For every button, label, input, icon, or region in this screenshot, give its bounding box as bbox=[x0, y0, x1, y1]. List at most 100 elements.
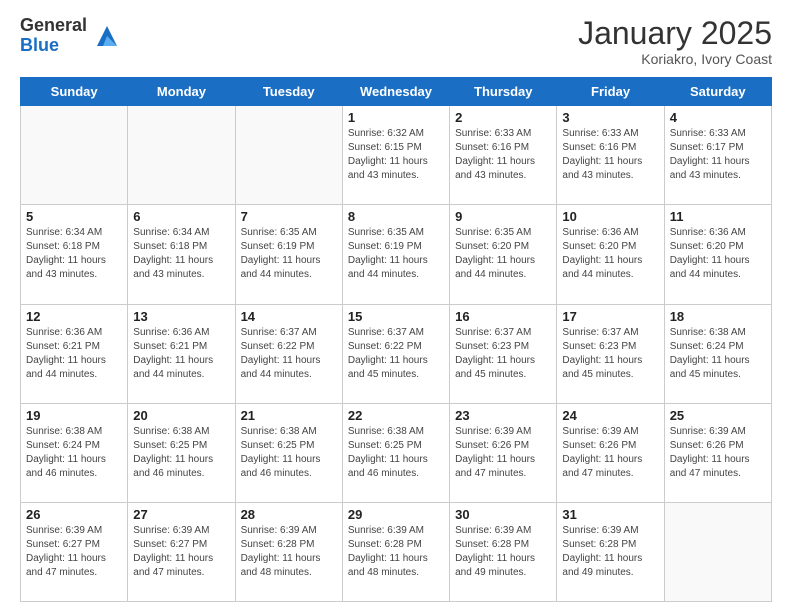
day-info: Sunrise: 6:36 AM Sunset: 6:21 PM Dayligh… bbox=[26, 326, 122, 382]
day-info: Sunrise: 6:39 AM Sunset: 6:28 PM Dayligh… bbox=[241, 524, 337, 580]
day-info: Sunrise: 6:38 AM Sunset: 6:25 PM Dayligh… bbox=[241, 425, 337, 481]
table-row: 20 Sunrise: 6:38 AM Sunset: 6:25 PM Dayli… bbox=[128, 403, 235, 502]
day-info: Sunrise: 6:35 AM Sunset: 6:19 PM Dayligh… bbox=[348, 226, 444, 282]
day-number: 18 bbox=[670, 309, 766, 324]
day-number: 19 bbox=[26, 408, 122, 423]
day-number: 3 bbox=[562, 110, 658, 125]
table-row: 7 Sunrise: 6:35 AM Sunset: 6:19 PM Daylig… bbox=[235, 205, 342, 304]
day-number: 13 bbox=[133, 309, 229, 324]
day-info: Sunrise: 6:37 AM Sunset: 6:23 PM Dayligh… bbox=[562, 326, 658, 382]
day-info: Sunrise: 6:38 AM Sunset: 6:25 PM Dayligh… bbox=[133, 425, 229, 481]
day-info: Sunrise: 6:34 AM Sunset: 6:18 PM Dayligh… bbox=[133, 226, 229, 282]
day-info: Sunrise: 6:33 AM Sunset: 6:16 PM Dayligh… bbox=[455, 127, 551, 183]
day-number: 21 bbox=[241, 408, 337, 423]
table-row: 14 Sunrise: 6:37 AM Sunset: 6:22 PM Dayli… bbox=[235, 304, 342, 403]
month-title: January 2025 bbox=[578, 16, 772, 51]
day-info: Sunrise: 6:33 AM Sunset: 6:16 PM Dayligh… bbox=[562, 127, 658, 183]
table-row: 18 Sunrise: 6:38 AM Sunset: 6:24 PM Dayli… bbox=[664, 304, 771, 403]
day-number: 14 bbox=[241, 309, 337, 324]
day-info: Sunrise: 6:39 AM Sunset: 6:28 PM Dayligh… bbox=[562, 524, 658, 580]
calendar-week-row: 5Sunrise: 6:34 AM Sunset: 6:18 PM Daylig… bbox=[21, 205, 772, 304]
day-number: 1 bbox=[348, 110, 444, 125]
table-row: 11 Sunrise: 6:36 AM Sunset: 6:20 PM Dayli… bbox=[664, 205, 771, 304]
day-info: Sunrise: 6:39 AM Sunset: 6:28 PM Dayligh… bbox=[348, 524, 444, 580]
table-row: 16Sunrise: 6:37 AM Sunset: 6:23 PM Dayli… bbox=[450, 304, 557, 403]
logo-general: General bbox=[20, 16, 87, 36]
day-number: 7 bbox=[241, 209, 337, 224]
day-info: Sunrise: 6:39 AM Sunset: 6:27 PM Dayligh… bbox=[26, 524, 122, 580]
day-number: 24 bbox=[562, 408, 658, 423]
table-row: 24 Sunrise: 6:39 AM Sunset: 6:26 PM Dayli… bbox=[557, 403, 664, 502]
table-row: 6 Sunrise: 6:34 AM Sunset: 6:18 PM Daylig… bbox=[128, 205, 235, 304]
day-number: 29 bbox=[348, 507, 444, 522]
day-info: Sunrise: 6:38 AM Sunset: 6:24 PM Dayligh… bbox=[670, 326, 766, 382]
day-number: 17 bbox=[562, 309, 658, 324]
table-row: 9 Sunrise: 6:35 AM Sunset: 6:20 PM Daylig… bbox=[450, 205, 557, 304]
day-number: 6 bbox=[133, 209, 229, 224]
table-row: 19Sunrise: 6:38 AM Sunset: 6:24 PM Dayli… bbox=[21, 403, 128, 502]
col-saturday: Saturday bbox=[664, 78, 771, 106]
col-wednesday: Wednesday bbox=[342, 78, 449, 106]
logo-blue: Blue bbox=[20, 36, 87, 56]
table-row: 27 Sunrise: 6:39 AM Sunset: 6:27 PM Dayli… bbox=[128, 502, 235, 601]
table-row: 23 Sunrise: 6:39 AM Sunset: 6:26 PM Dayli… bbox=[450, 403, 557, 502]
header: General Blue January 2025 Koriakro, Ivor… bbox=[20, 16, 772, 67]
day-info: Sunrise: 6:32 AM Sunset: 6:15 PM Dayligh… bbox=[348, 127, 444, 183]
table-row: 4Sunrise: 6:33 AM Sunset: 6:17 PM Daylig… bbox=[664, 106, 771, 205]
table-row: 8 Sunrise: 6:35 AM Sunset: 6:19 PM Daylig… bbox=[342, 205, 449, 304]
day-number: 4 bbox=[670, 110, 766, 125]
day-info: Sunrise: 6:35 AM Sunset: 6:20 PM Dayligh… bbox=[455, 226, 551, 282]
day-info: Sunrise: 6:34 AM Sunset: 6:18 PM Dayligh… bbox=[26, 226, 122, 282]
table-row: 1 Sunrise: 6:32 AM Sunset: 6:15 PM Daylig… bbox=[342, 106, 449, 205]
day-number: 16 bbox=[455, 309, 551, 324]
day-number: 2 bbox=[455, 110, 551, 125]
day-number: 15 bbox=[348, 309, 444, 324]
col-monday: Monday bbox=[128, 78, 235, 106]
day-info: Sunrise: 6:36 AM Sunset: 6:20 PM Dayligh… bbox=[670, 226, 766, 282]
logo: General Blue bbox=[20, 16, 121, 56]
day-number: 9 bbox=[455, 209, 551, 224]
day-info: Sunrise: 6:38 AM Sunset: 6:25 PM Dayligh… bbox=[348, 425, 444, 481]
title-area: January 2025 Koriakro, Ivory Coast bbox=[578, 16, 772, 67]
table-row: 29 Sunrise: 6:39 AM Sunset: 6:28 PM Dayli… bbox=[342, 502, 449, 601]
day-number: 10 bbox=[562, 209, 658, 224]
table-row: 28 Sunrise: 6:39 AM Sunset: 6:28 PM Dayli… bbox=[235, 502, 342, 601]
table-row: 30 Sunrise: 6:39 AM Sunset: 6:28 PM Dayli… bbox=[450, 502, 557, 601]
day-info: Sunrise: 6:39 AM Sunset: 6:27 PM Dayligh… bbox=[133, 524, 229, 580]
col-thursday: Thursday bbox=[450, 78, 557, 106]
calendar-week-row: 26 Sunrise: 6:39 AM Sunset: 6:27 PM Dayli… bbox=[21, 502, 772, 601]
logo-icon bbox=[93, 22, 121, 50]
day-number: 22 bbox=[348, 408, 444, 423]
col-friday: Friday bbox=[557, 78, 664, 106]
day-number: 20 bbox=[133, 408, 229, 423]
calendar-week-row: 19Sunrise: 6:38 AM Sunset: 6:24 PM Dayli… bbox=[21, 403, 772, 502]
table-row bbox=[128, 106, 235, 205]
day-number: 23 bbox=[455, 408, 551, 423]
table-row bbox=[235, 106, 342, 205]
day-info: Sunrise: 6:37 AM Sunset: 6:22 PM Dayligh… bbox=[241, 326, 337, 382]
day-number: 27 bbox=[133, 507, 229, 522]
day-number: 26 bbox=[26, 507, 122, 522]
day-info: Sunrise: 6:36 AM Sunset: 6:20 PM Dayligh… bbox=[562, 226, 658, 282]
day-info: Sunrise: 6:39 AM Sunset: 6:26 PM Dayligh… bbox=[455, 425, 551, 481]
day-number: 8 bbox=[348, 209, 444, 224]
table-row: 5Sunrise: 6:34 AM Sunset: 6:18 PM Daylig… bbox=[21, 205, 128, 304]
day-info: Sunrise: 6:39 AM Sunset: 6:26 PM Dayligh… bbox=[562, 425, 658, 481]
subtitle: Koriakro, Ivory Coast bbox=[578, 51, 772, 67]
table-row: 12 Sunrise: 6:36 AM Sunset: 6:21 PM Dayli… bbox=[21, 304, 128, 403]
day-number: 11 bbox=[670, 209, 766, 224]
table-row bbox=[664, 502, 771, 601]
table-row: 22 Sunrise: 6:38 AM Sunset: 6:25 PM Dayli… bbox=[342, 403, 449, 502]
day-number: 12 bbox=[26, 309, 122, 324]
calendar-week-row: 12 Sunrise: 6:36 AM Sunset: 6:21 PM Dayli… bbox=[21, 304, 772, 403]
calendar: Sunday Monday Tuesday Wednesday Thursday… bbox=[20, 77, 772, 602]
table-row bbox=[21, 106, 128, 205]
table-row: 13Sunrise: 6:36 AM Sunset: 6:21 PM Dayli… bbox=[128, 304, 235, 403]
day-number: 31 bbox=[562, 507, 658, 522]
day-info: Sunrise: 6:39 AM Sunset: 6:28 PM Dayligh… bbox=[455, 524, 551, 580]
day-number: 30 bbox=[455, 507, 551, 522]
page: General Blue January 2025 Koriakro, Ivor… bbox=[0, 0, 792, 612]
day-info: Sunrise: 6:35 AM Sunset: 6:19 PM Dayligh… bbox=[241, 226, 337, 282]
table-row: 26 Sunrise: 6:39 AM Sunset: 6:27 PM Dayli… bbox=[21, 502, 128, 601]
day-number: 28 bbox=[241, 507, 337, 522]
